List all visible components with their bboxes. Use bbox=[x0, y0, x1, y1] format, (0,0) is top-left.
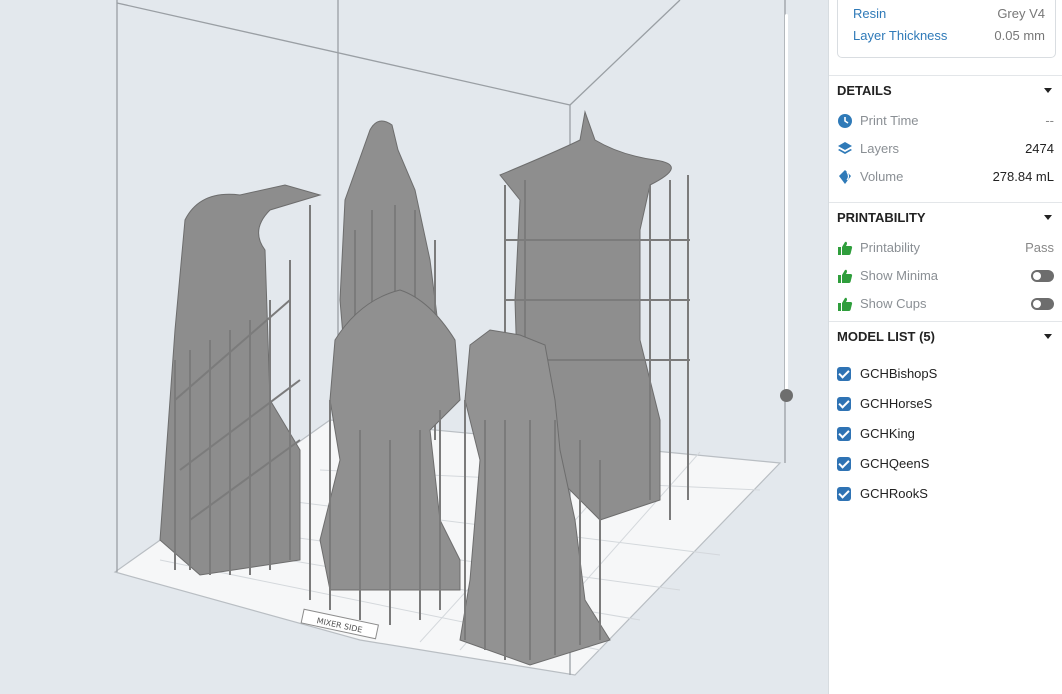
resin-drop-icon bbox=[839, 170, 851, 184]
resin-label: Resin bbox=[853, 6, 887, 21]
show-cups-row: Show Cups bbox=[829, 294, 1062, 314]
layer-slider-track[interactable] bbox=[785, 14, 788, 398]
details-header[interactable]: DETAILS bbox=[829, 75, 1062, 105]
model-bishop bbox=[159, 184, 322, 576]
model-name: GCHHorseS bbox=[860, 396, 933, 411]
model-list-item[interactable]: GCHQeenS bbox=[829, 454, 1062, 476]
layer-thickness-value: 0.05 mm bbox=[994, 28, 1045, 43]
side-panel: Resin Grey V4 Layer Thickness 0.05 mm DE… bbox=[828, 0, 1062, 694]
model-list-item[interactable]: GCHKing bbox=[829, 424, 1062, 446]
show-minima-label: Show Minima bbox=[860, 268, 939, 283]
show-cups-label: Show Cups bbox=[860, 296, 927, 311]
model-name: GCHBishopS bbox=[860, 366, 938, 381]
chevron-down-icon bbox=[1044, 215, 1052, 220]
layer-slider-handle[interactable] bbox=[780, 389, 793, 402]
model-checkbox[interactable] bbox=[837, 487, 851, 501]
thumbs-up-icon bbox=[838, 297, 853, 311]
volume-value: 278.84 mL bbox=[992, 169, 1054, 184]
thumbs-up-icon bbox=[838, 241, 853, 255]
print-time-value: -- bbox=[1045, 113, 1054, 128]
material-settings-box: Resin Grey V4 Layer Thickness 0.05 mm bbox=[837, 0, 1056, 58]
model-checkbox[interactable] bbox=[837, 457, 851, 471]
thumbs-up-icon bbox=[838, 269, 853, 283]
print-time-label: Print Time bbox=[860, 113, 919, 128]
model-name: GCHRookS bbox=[860, 486, 928, 501]
model-checkbox[interactable] bbox=[837, 397, 851, 411]
chevron-down-icon bbox=[1044, 334, 1052, 339]
printability-label: Printability bbox=[860, 240, 920, 255]
model-list-header[interactable]: MODEL LIST (5) bbox=[829, 321, 1062, 351]
printability-header[interactable]: PRINTABILITY bbox=[829, 202, 1062, 232]
model-list-item[interactable]: GCHBishopS bbox=[829, 364, 1062, 386]
resin-value: Grey V4 bbox=[997, 6, 1045, 21]
show-minima-row: Show Minima bbox=[829, 266, 1062, 286]
layer-thickness-label: Layer Thickness bbox=[853, 28, 948, 43]
model-name: GCHKing bbox=[860, 426, 915, 441]
model-name: GCHQeenS bbox=[860, 456, 930, 471]
volume-label: Volume bbox=[860, 169, 904, 184]
printability-value: Pass bbox=[1025, 240, 1054, 255]
chevron-down-icon bbox=[1044, 88, 1052, 93]
build-volume-scene: MIXER SIDE bbox=[113, 0, 786, 676]
show-minima-toggle[interactable] bbox=[1031, 270, 1054, 282]
layers-value: 2474 bbox=[1025, 141, 1054, 156]
model-list-item[interactable]: GCHRookS bbox=[829, 484, 1062, 506]
print-time-row: Print Time -- bbox=[829, 111, 1062, 131]
3d-viewport[interactable]: MIXER SIDE bbox=[0, 0, 828, 694]
clock-icon bbox=[838, 114, 852, 128]
volume-row: Volume 278.84 mL bbox=[829, 167, 1062, 187]
show-cups-toggle[interactable] bbox=[1031, 298, 1054, 310]
model-list-title: MODEL LIST (5) bbox=[837, 329, 935, 344]
model-list-item[interactable]: GCHHorseS bbox=[829, 394, 1062, 416]
model-checkbox[interactable] bbox=[837, 367, 851, 381]
details-title: DETAILS bbox=[837, 83, 892, 98]
layers-label: Layers bbox=[860, 141, 900, 156]
printability-title: PRINTABILITY bbox=[837, 210, 926, 225]
printability-row: Printability Pass bbox=[829, 238, 1062, 258]
model-checkbox[interactable] bbox=[837, 427, 851, 441]
layers-icon bbox=[838, 142, 852, 154]
layers-row: Layers 2474 bbox=[829, 139, 1062, 159]
